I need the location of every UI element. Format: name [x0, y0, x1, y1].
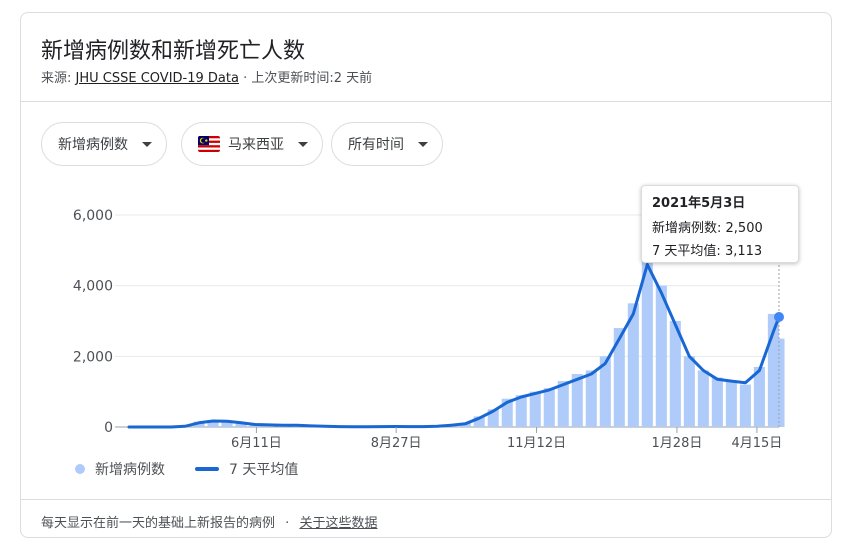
- tooltip-average-label: 7 天平均值:: [652, 244, 721, 259]
- footer-note: 每天显示在前一天的基础上新报告的病例: [41, 516, 276, 531]
- tooltip-average-value: 3,113: [724, 244, 763, 259]
- legend-line-icon: [195, 467, 219, 471]
- chart-card: 新增病例数和新增死亡人数 来源: JHU CSSE COVID-19 Data …: [20, 12, 832, 538]
- case-bar: [683, 356, 695, 427]
- legend-dot-icon: [75, 464, 85, 474]
- x-tick-label: 8月27日: [371, 436, 422, 451]
- x-tick-label: 11月12日: [507, 436, 566, 451]
- case-bar: [655, 285, 667, 427]
- case-bar: [697, 370, 709, 427]
- case-bar: [585, 370, 597, 427]
- x-tick-label: 4月15日: [731, 436, 782, 451]
- footer-separator: ·: [285, 516, 290, 531]
- y-axis-ticks: 0 2,000 4,000 6,000: [73, 208, 113, 436]
- case-bar: [739, 384, 751, 427]
- tooltip-date: 2021年5月3日: [652, 196, 746, 211]
- case-bar: [711, 377, 723, 427]
- tooltip-average: 7 天平均值: 3,113: [652, 240, 788, 259]
- card-footer: 每天显示在前一天的基础上新报告的病例 · 关于这些数据: [21, 499, 831, 540]
- y-tick-label: 4,000: [73, 279, 113, 295]
- y-tick-label: 6,000: [73, 208, 113, 224]
- tooltip-cases: 新增病例数: 2,500: [652, 217, 788, 236]
- seven-day-average-line: [127, 263, 781, 429]
- y-tick-label: 0: [104, 420, 113, 436]
- x-tick-label: 1月28日: [652, 436, 703, 451]
- legend-line-label: 7 天平均值: [229, 462, 299, 478]
- hover-tooltip: 2021年5月3日 新增病例数: 2,500 7 天平均值: 3,113: [641, 185, 799, 263]
- footer-text: 每天显示在前一天的基础上新报告的病例 · 关于这些数据: [41, 512, 377, 531]
- tooltip-cases-label: 新增病例数:: [652, 221, 722, 236]
- hover-point: [774, 312, 784, 323]
- legend-bars: 新增病例数: [75, 459, 165, 479]
- y-tick-label: 2,000: [73, 349, 113, 365]
- case-bar: [543, 388, 555, 427]
- case-bar: [753, 366, 765, 427]
- x-tick-label: 6月11日: [231, 436, 282, 451]
- about-data-link[interactable]: 关于这些数据: [299, 516, 377, 531]
- legend-bars-label: 新增病例数: [95, 462, 165, 478]
- case-bar: [725, 381, 737, 427]
- tooltip-cases-value: 2,500: [725, 221, 763, 236]
- legend-line: 7 天平均值: [195, 459, 298, 479]
- case-bar: [557, 381, 569, 427]
- x-axis-ticks: 6月11日 8月27日 11月12日 1月28日 4月15日: [231, 427, 782, 451]
- case-bar: [529, 391, 541, 427]
